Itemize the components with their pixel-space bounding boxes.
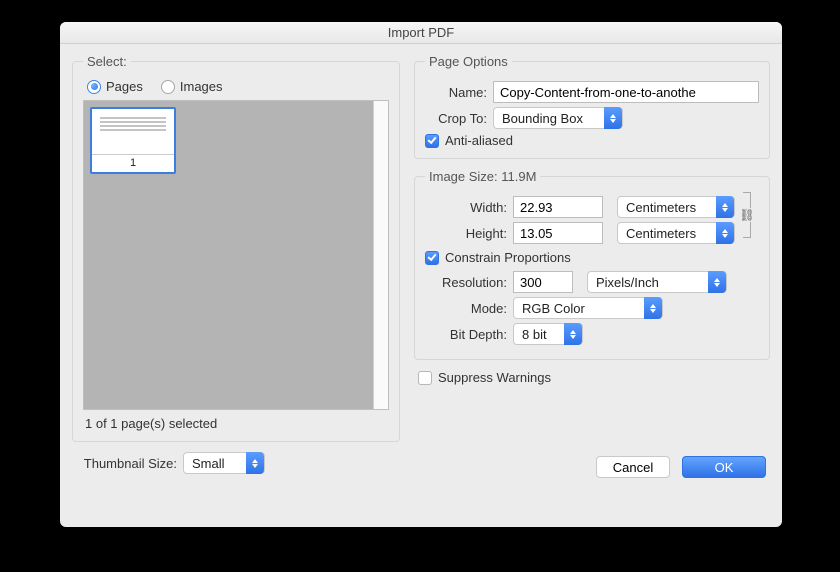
checkbox-icon: [418, 371, 432, 385]
width-input[interactable]: [513, 196, 603, 218]
name-label: Name:: [425, 85, 487, 100]
page-thumbnail-image: [92, 109, 174, 155]
mode-label: Mode:: [425, 301, 507, 316]
thumbnail-list: 1: [83, 100, 389, 410]
height-unit-value: Centimeters: [618, 226, 716, 241]
page-options-group: Page Options Name: Crop To: Bounding Box…: [414, 54, 770, 159]
bit-depth-value: 8 bit: [514, 327, 564, 342]
crop-to-value: Bounding Box: [494, 111, 604, 126]
stepper-arrows-icon: [246, 452, 264, 474]
stepper-arrows-icon: [708, 271, 726, 293]
height-unit-select[interactable]: Centimeters: [617, 222, 735, 244]
anti-aliased-label: Anti-aliased: [445, 133, 513, 148]
constrain-proportions-label: Constrain Proportions: [445, 250, 571, 265]
select-legend: Select:: [83, 54, 131, 69]
ok-button[interactable]: OK: [682, 456, 766, 478]
page-options-legend: Page Options: [425, 54, 512, 69]
mode-select[interactable]: RGB Color: [513, 297, 663, 319]
radio-dot-icon: [161, 80, 175, 94]
width-label: Width:: [425, 200, 507, 215]
checkbox-icon: [425, 251, 439, 265]
cancel-button[interactable]: Cancel: [596, 456, 670, 478]
width-unit-select[interactable]: Centimeters: [617, 196, 735, 218]
radio-pages[interactable]: Pages: [87, 79, 143, 94]
width-unit-value: Centimeters: [618, 200, 716, 215]
thumbnail-scrollbar[interactable]: [373, 101, 388, 409]
anti-aliased-checkbox[interactable]: Anti-aliased: [425, 133, 759, 148]
thumbnail-size-label: Thumbnail Size:: [72, 456, 177, 471]
crop-to-select[interactable]: Bounding Box: [493, 107, 623, 129]
radio-images[interactable]: Images: [161, 79, 223, 94]
mode-value: RGB Color: [514, 301, 644, 316]
dialog-title: Import PDF: [60, 22, 782, 44]
constrain-proportions-checkbox[interactable]: Constrain Proportions: [425, 250, 759, 265]
name-input[interactable]: [493, 81, 759, 103]
radio-dot-icon: [87, 80, 101, 94]
resolution-input[interactable]: [513, 271, 573, 293]
radio-pages-label: Pages: [106, 79, 143, 94]
pages-selected-status: 1 of 1 page(s) selected: [83, 410, 389, 433]
stepper-arrows-icon: [604, 107, 622, 129]
import-pdf-dialog: Import PDF Select: Pages Images: [60, 22, 782, 527]
resolution-label: Resolution:: [425, 275, 507, 290]
bit-depth-label: Bit Depth:: [425, 327, 507, 342]
page-thumbnail-number: 1: [92, 155, 174, 172]
resolution-unit-select[interactable]: Pixels/Inch: [587, 271, 727, 293]
stepper-arrows-icon: [716, 222, 734, 244]
image-size-group: Image Size: 11.9M Width: Centimeters: [414, 169, 770, 360]
thumbnail-size-select[interactable]: Small: [183, 452, 265, 474]
height-input[interactable]: [513, 222, 603, 244]
crop-to-label: Crop To:: [425, 111, 487, 126]
select-group: Select: Pages Images 1: [72, 54, 400, 442]
image-size-legend: Image Size: 11.9M: [425, 169, 540, 184]
suppress-warnings-label: Suppress Warnings: [438, 370, 551, 385]
page-thumbnail[interactable]: 1: [90, 107, 176, 174]
bit-depth-select[interactable]: 8 bit: [513, 323, 583, 345]
link-chain-icon: ⛓: [739, 208, 754, 222]
radio-images-label: Images: [180, 79, 223, 94]
height-label: Height:: [425, 226, 507, 241]
stepper-arrows-icon: [644, 297, 662, 319]
suppress-warnings-checkbox[interactable]: Suppress Warnings: [418, 370, 770, 385]
thumbnail-size-value: Small: [184, 456, 246, 471]
link-dimensions-toggle[interactable]: ⛓: [735, 192, 759, 248]
resolution-unit-value: Pixels/Inch: [588, 275, 708, 290]
checkbox-icon: [425, 134, 439, 148]
stepper-arrows-icon: [564, 323, 582, 345]
stepper-arrows-icon: [716, 196, 734, 218]
